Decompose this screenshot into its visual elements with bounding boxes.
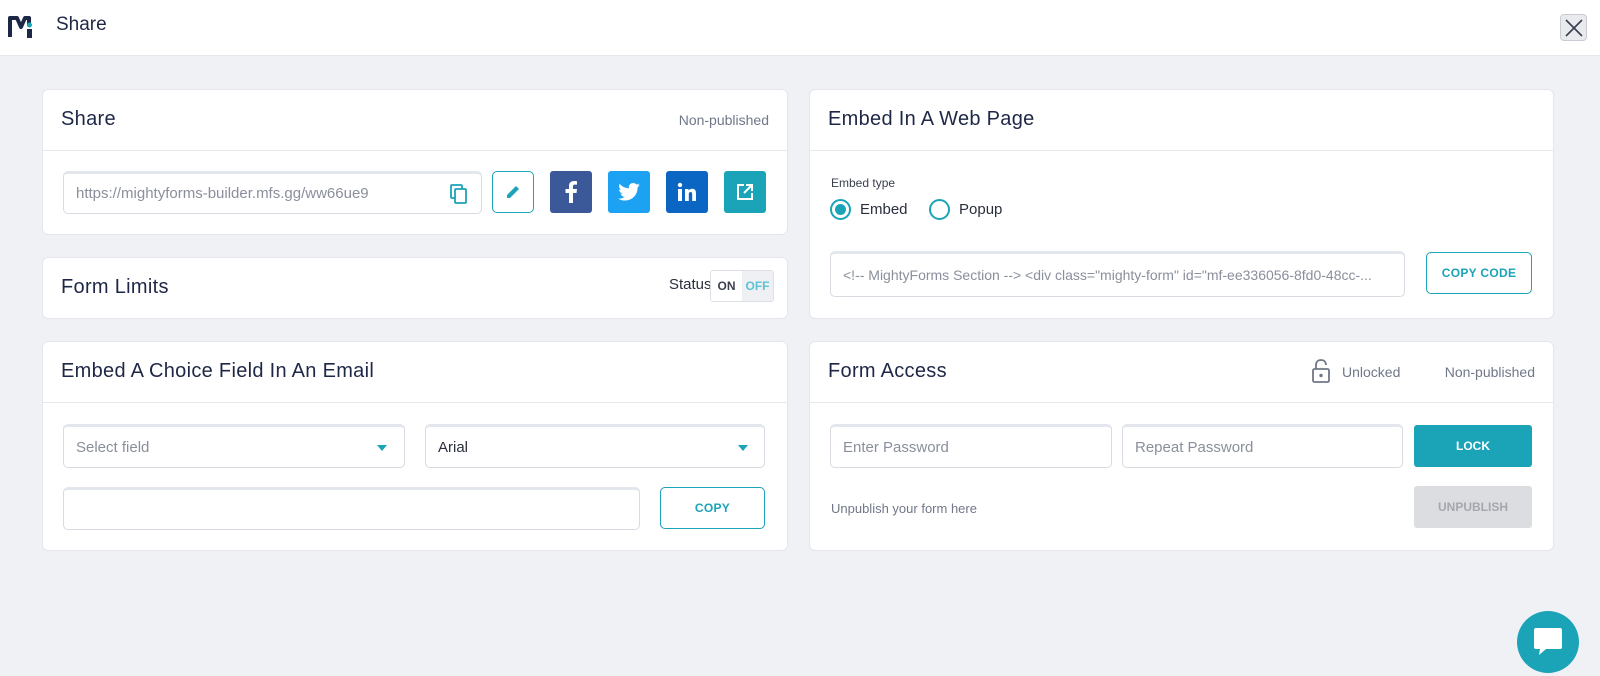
select-field-placeholder: Select field	[76, 438, 150, 456]
form-limits-status-label: Status	[669, 276, 712, 293]
embed-radio-label[interactable]: Embed	[860, 201, 908, 218]
form-access-title: Form Access	[828, 360, 947, 382]
embed-email-header: Embed A Choice Field In An Email	[43, 342, 787, 403]
lock-status: Unlocked	[1342, 364, 1401, 380]
access-publish-status: Non-published	[1444, 364, 1535, 380]
edit-url-button[interactable]	[492, 171, 534, 213]
unpublish-text: Unpublish your form here	[831, 501, 977, 516]
embed-type-label: Embed type	[831, 176, 896, 190]
close-button[interactable]	[1560, 14, 1587, 41]
status-toggle[interactable]: ON OFF	[710, 270, 774, 302]
font-dropdown[interactable]: Arial	[425, 424, 765, 468]
copy-icon[interactable]	[450, 184, 468, 204]
popup-radio[interactable]	[929, 199, 950, 220]
top-bar: Share	[0, 0, 1600, 56]
linkedin-share-button[interactable]	[666, 171, 708, 213]
chevron-down-icon	[738, 445, 748, 451]
form-access-header: Form Access Unlocked Non-published	[810, 342, 1553, 403]
lock-button[interactable]: LOCK	[1414, 425, 1532, 467]
chat-icon	[1534, 628, 1562, 655]
linkedin-icon	[677, 182, 696, 201]
facebook-icon	[565, 181, 577, 203]
mightyforms-logo	[8, 16, 32, 38]
facebook-share-button[interactable]	[550, 171, 592, 213]
twitter-icon	[618, 183, 640, 201]
select-field-dropdown[interactable]: Select field	[63, 424, 405, 468]
embed-web-title: Embed In A Web Page	[828, 108, 1035, 130]
embed-code-text: <!-- MightyForms Section --> <div class=…	[843, 267, 1372, 283]
chat-button[interactable]	[1517, 611, 1579, 673]
radio-selected-dot	[835, 204, 846, 215]
share-card-title: Share	[61, 108, 116, 130]
close-icon	[1564, 18, 1583, 37]
embed-email-title: Embed A Choice Field In An Email	[61, 360, 375, 382]
copy-button[interactable]: COPY	[660, 487, 765, 529]
toggle-off[interactable]: OFF	[742, 271, 773, 301]
share-url-text: https://mightyforms-builder.mfs.gg/ww66u…	[76, 185, 369, 202]
embed-radio[interactable]	[830, 199, 851, 220]
toggle-on[interactable]: ON	[711, 271, 742, 301]
embed-code-field[interactable]: <!-- MightyForms Section --> <div class=…	[830, 251, 1405, 297]
form-limits-card: Form Limits Status ON OFF	[42, 257, 788, 319]
open-link-button[interactable]	[724, 171, 766, 213]
chevron-down-icon	[377, 445, 387, 451]
popup-radio-label[interactable]: Popup	[959, 201, 1002, 218]
twitter-share-button[interactable]	[608, 171, 650, 213]
share-status: Non-published	[678, 112, 769, 128]
embed-web-header: Embed In A Web Page	[810, 90, 1553, 151]
share-card-header: Share Non-published	[43, 90, 787, 151]
password-field[interactable]: Enter Password	[830, 424, 1112, 468]
email-code-field[interactable]	[63, 487, 640, 530]
share-url-field[interactable]: https://mightyforms-builder.mfs.gg/ww66u…	[63, 171, 482, 214]
repeat-password-field[interactable]: Repeat Password	[1122, 424, 1403, 468]
password-placeholder: Enter Password	[843, 438, 949, 456]
unpublish-button[interactable]: UNPUBLISH	[1414, 486, 1532, 528]
copy-code-button[interactable]: COPY CODE	[1426, 252, 1532, 294]
font-value: Arial	[438, 438, 469, 456]
form-limits-title: Form Limits	[61, 276, 169, 298]
pencil-icon	[507, 186, 519, 198]
repeat-password-placeholder: Repeat Password	[1135, 438, 1254, 456]
dialog-title: Share	[56, 14, 107, 35]
external-link-icon	[737, 184, 753, 200]
lock-icon	[1312, 359, 1330, 383]
